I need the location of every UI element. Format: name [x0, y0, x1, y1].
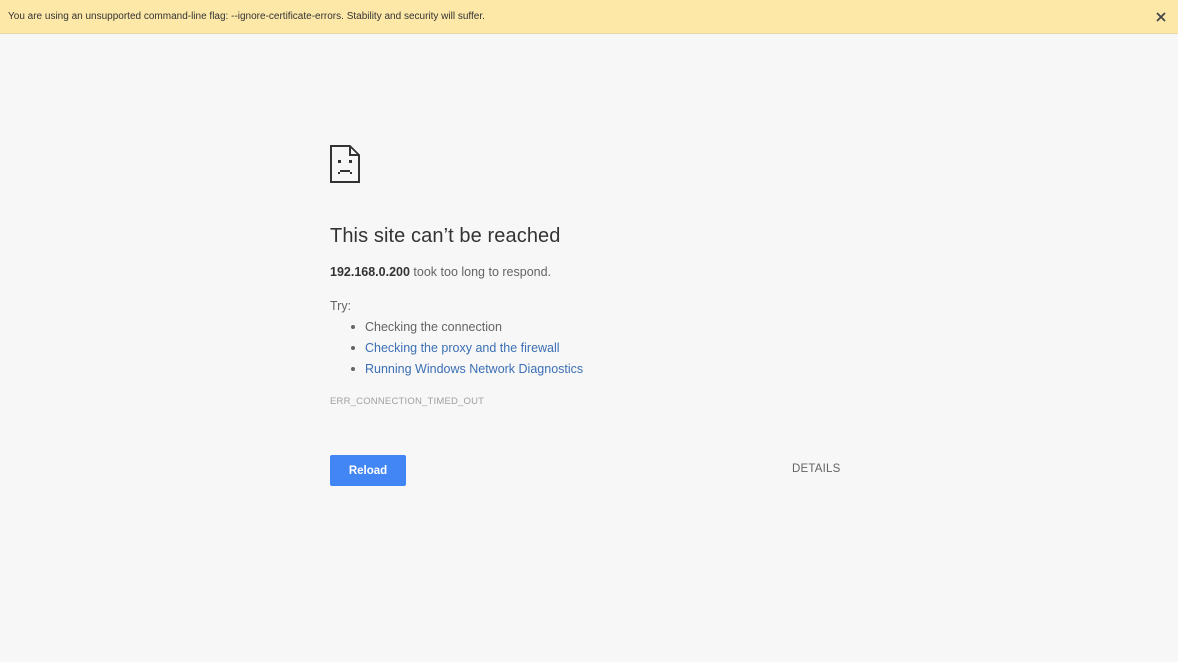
error-code: ERR_CONNECTION_TIMED_OUT [330, 396, 485, 407]
error-summary: 192.168.0.200 took too long to respond. [330, 265, 551, 279]
suggestions-list: Checking the connection Checking the pro… [330, 319, 583, 382]
suggestion-network-diagnostics-link[interactable]: Running Windows Network Diagnostics [330, 361, 583, 382]
suggestion-check-proxy-firewall-link[interactable]: Checking the proxy and the firewall [330, 340, 583, 361]
reload-button[interactable]: Reload [330, 455, 406, 486]
error-host: 192.168.0.200 [330, 265, 410, 279]
details-button[interactable]: DETAILS [792, 463, 840, 475]
try-label: Try: [330, 299, 352, 313]
error-summary-text: took too long to respond. [409, 265, 552, 279]
suggestion-check-connection: Checking the connection [330, 319, 583, 340]
sad-page-icon [330, 145, 360, 183]
error-title: This site can’t be reached [330, 225, 561, 247]
close-icon[interactable] [1152, 8, 1170, 26]
unsupported-flag-infobar: You are using an unsupported command-lin… [0, 0, 1178, 34]
infobar-message: You are using an unsupported command-lin… [8, 11, 485, 22]
